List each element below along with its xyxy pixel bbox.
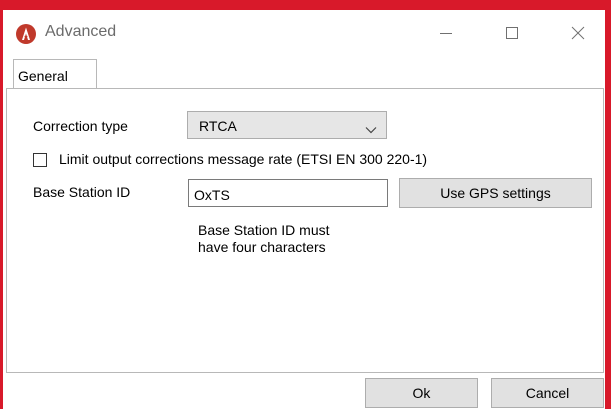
close-icon xyxy=(571,26,585,40)
dialog-title: Advanced xyxy=(45,23,117,40)
correction-type-value: RTCA xyxy=(199,118,237,134)
correction-type-dropdown[interactable]: RTCA xyxy=(187,111,387,139)
title-bar[interactable]: Advanced xyxy=(3,10,605,55)
maximize-button[interactable] xyxy=(489,10,535,55)
close-button[interactable] xyxy=(555,10,601,55)
cancel-button[interactable]: Cancel xyxy=(491,378,604,408)
tab-strip: General xyxy=(3,55,605,89)
maximize-icon xyxy=(505,26,519,40)
correction-type-label: Correction type xyxy=(33,118,128,134)
hint-line-1: Base Station ID must xyxy=(198,222,330,238)
chevron-down-icon xyxy=(365,121,377,137)
ok-button[interactable]: Ok xyxy=(365,378,478,408)
minimize-button[interactable] xyxy=(423,10,469,55)
minimize-icon xyxy=(439,26,453,40)
advanced-dialog: Advanced General Correction type RTCA Li… xyxy=(3,10,605,409)
base-station-hint: Base Station ID must have four character… xyxy=(198,222,330,256)
use-gps-settings-button[interactable]: Use GPS settings xyxy=(399,178,592,208)
background-app-edge-right xyxy=(605,10,611,409)
limit-rate-checkbox[interactable] xyxy=(33,153,47,167)
app-logo-icon xyxy=(16,24,36,44)
hint-line-2: have four characters xyxy=(198,239,326,255)
background-app-frame xyxy=(0,0,611,10)
limit-rate-label[interactable]: Limit output corrections message rate (E… xyxy=(59,151,427,167)
base-station-id-label: Base Station ID xyxy=(33,184,131,200)
base-station-id-input[interactable] xyxy=(188,179,388,207)
tab-general[interactable]: General xyxy=(13,59,97,89)
